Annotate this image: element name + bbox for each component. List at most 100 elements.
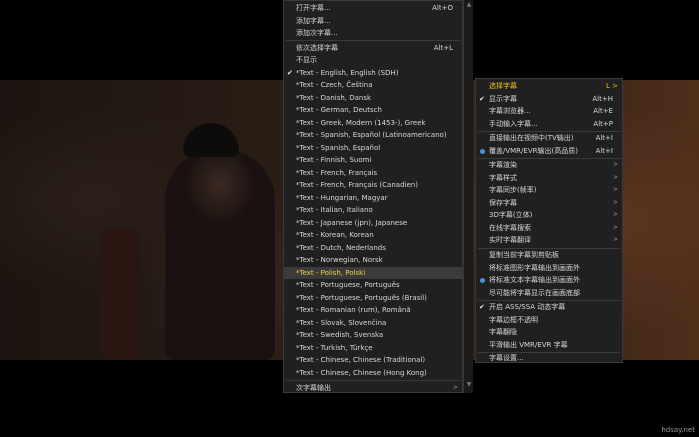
menu-item-label: 直接输出在视频中(TV输出) (489, 134, 574, 142)
track-italian[interactable]: *Text - Italian, Italiano (284, 204, 463, 217)
track-french-canadian[interactable]: *Text - French, Français (Canadien) (284, 179, 463, 192)
menu-item-label: 添加次字幕... (296, 29, 338, 37)
menu-item-label: 字幕浏览器... (489, 107, 531, 115)
video-chair (100, 230, 140, 360)
menu-item-online-search[interactable]: 在线字幕搜索 > (476, 222, 623, 235)
track-spanish[interactable]: *Text - Spanish, Español (284, 142, 463, 155)
menu-item-label: 显示字幕 (489, 94, 517, 103)
menu-item-label: 实时字幕翻译 (489, 236, 531, 244)
track-polish[interactable]: *Text - Polish, Polski (284, 266, 463, 279)
menu-item-ass-animation[interactable]: ✔ 开启 ASS/SSA 动态字幕 (476, 301, 623, 314)
scroll-down-icon[interactable]: ▼ (464, 380, 474, 390)
track-portuguese-brasil[interactable]: *Text - Portuguese, Português (Brasil) (284, 292, 463, 305)
menu-item-live-translate[interactable]: 实时字幕翻译 > (476, 234, 623, 247)
menu-item-subtitle-sync[interactable]: 字幕同步(帧率) > (476, 184, 623, 197)
menu-item-subtitle-hide[interactable]: 字幕翻隐 (476, 326, 623, 339)
track-turkish[interactable]: *Text - Turkish, Türkçe (284, 342, 463, 355)
menu-item-3d-subtitle[interactable]: 3D字幕(立体) > (476, 209, 623, 222)
track-french[interactable]: *Text - French, Français (284, 167, 463, 180)
track-korean[interactable]: *Text - Korean, Korean (284, 229, 463, 242)
menu-item-label: *Text - Polish, Polski (296, 268, 366, 277)
track-romanian[interactable]: *Text - Romanian (rum), Română (284, 304, 463, 317)
menu-item-label: 次字幕输出 (296, 383, 331, 392)
track-finnish[interactable]: *Text - Finnish, Suomi (284, 154, 463, 167)
menu-item-label: 保存字幕 (489, 198, 517, 207)
menu-item-subtitle-browser[interactable]: 字幕浏览器... Alt+E (476, 105, 623, 118)
menu-item-label: 依次选择字幕 (296, 43, 338, 52)
chevron-right-icon: > (612, 211, 618, 218)
track-spanish-latam[interactable]: *Text - Spanish, Español (Latinoamerican… (284, 129, 463, 142)
menu-scrollbar[interactable]: ▲ ▼ (463, 0, 473, 393)
menu-item-label: *Text - Spanish, Español (Latinoamerican… (296, 131, 447, 139)
menu-item-label: *Text - Dutch, Nederlands (296, 243, 386, 252)
menu-item-opaque-border[interactable]: 字幕边框不透明 (476, 314, 623, 327)
track-norwegian[interactable]: *Text - Norwegian, Norsk (284, 254, 463, 267)
menu-item-secondary-output[interactable]: 次字幕输出 > (284, 382, 463, 395)
menu-item-label: *Text - Finnish, Suomi (296, 156, 372, 164)
shortcut-label: Alt+P (593, 119, 613, 128)
track-danish[interactable]: *Text - Danish, Dansk (284, 92, 463, 105)
menu-item-open-subtitle[interactable]: 打开字幕... Alt+O (284, 2, 463, 15)
menu-item-label: 字幕翻隐 (489, 328, 517, 336)
track-chinese-traditional[interactable]: *Text - Chinese, Chinese (Traditional) (284, 354, 463, 367)
shortcut-label: Alt+L (433, 43, 453, 52)
menu-item-label: *Text - Norwegian, Norsk (296, 256, 383, 264)
menu-item-show-subtitle[interactable]: ✔ 显示字幕 Alt+H (476, 93, 623, 106)
menu-item-overlay-output[interactable]: 覆盖/VMR/EVR输出(高品质) Alt+I (476, 145, 623, 158)
track-dutch[interactable]: *Text - Dutch, Nederlands (284, 242, 463, 255)
menu-item-label: *Text - Danish, Dansk (296, 93, 372, 102)
menu-item-hide[interactable]: 不显示 (284, 54, 463, 67)
menu-item-bottom-display[interactable]: 尽可能将字幕显示在画面底部 (476, 287, 623, 300)
track-czech[interactable]: *Text - Czech, Čeština (284, 79, 463, 92)
menu-item-subtitle-settings[interactable]: 字幕设置... (476, 352, 623, 365)
track-greek[interactable]: *Text - Greek, Modern (1453-), Greek (284, 117, 463, 130)
menu-item-add-secondary-subtitle[interactable]: 添加次字幕... (284, 27, 463, 40)
menu-item-label: 开启 ASS/SSA 动态字幕 (489, 303, 566, 311)
radio-dot-icon (480, 278, 485, 283)
menu-item-save-subtitle[interactable]: 保存字幕 > (476, 197, 623, 210)
menu-item-subtitle-render[interactable]: 字幕渲染 > (476, 159, 623, 172)
menu-item-graphic-outside[interactable]: 将标准图形字幕输出到画面外 (476, 262, 623, 275)
menu-item-label: 字幕同步(帧率) (489, 186, 537, 194)
menu-item-label: *Text - Swedish, Svenska (296, 331, 384, 339)
track-german[interactable]: *Text - German, Deutsch (284, 104, 463, 117)
check-icon: ✔ (287, 68, 293, 77)
menu-item-add-subtitle[interactable]: 添加字幕... (284, 15, 463, 28)
menu-item-cycle-subtitles[interactable]: 依次选择字幕 Alt+L (284, 42, 463, 55)
watermark: hdsay.net (661, 426, 695, 434)
chevron-right-icon: > (452, 383, 458, 391)
menu-item-label: *Text - German, Deutsch (296, 106, 382, 114)
menu-item-label: 将标准文本字幕输出到画面外 (489, 276, 580, 284)
menu-item-smooth-vmr[interactable]: 平滑输出 VMR/EVR 字幕 (476, 339, 623, 352)
menu-item-label: *Text - French, Français (Canadien) (296, 181, 418, 189)
chevron-right-icon: > (612, 198, 618, 206)
menu-item-label: *Text - Italian, Italiano (296, 206, 373, 214)
menu-item-label: *Text - Hungarian, Magyar (296, 193, 388, 202)
shortcut-label: L > (606, 82, 618, 90)
track-portuguese[interactable]: *Text - Portuguese, Português (284, 279, 463, 292)
track-hungarian[interactable]: *Text - Hungarian, Magyar (284, 192, 463, 205)
track-english-sdh[interactable]: ✔ *Text - English, English (SDH) (284, 67, 463, 80)
track-swedish[interactable]: *Text - Swedish, Svenska (284, 329, 463, 342)
shortcut-label: Alt+I (595, 134, 613, 142)
menu-item-label: *Text - Portuguese, Português (296, 281, 400, 289)
menu-item-label: 不显示 (296, 56, 317, 64)
menu-item-text-outside[interactable]: 将标准文本字幕输出到画面外 (476, 274, 623, 287)
menu-item-label: *Text - Spanish, Español (296, 143, 381, 152)
track-japanese[interactable]: *Text - Japanese (jpn), Japanese (284, 217, 463, 230)
menu-item-label: *Text - Portuguese, Português (Brasil) (296, 293, 427, 302)
track-slovak[interactable]: *Text - Slovak, Slovenčina (284, 317, 463, 330)
menu-item-tv-output[interactable]: 直接输出在视频中(TV输出) Alt+I (476, 132, 623, 145)
menu-item-select-subtitle[interactable]: 选择字幕 L > (476, 80, 623, 93)
menu-item-label: *Text - Chinese, Chinese (Hong Kong) (296, 368, 427, 377)
check-icon: ✔ (479, 303, 485, 311)
track-chinese-hongkong[interactable]: *Text - Chinese, Chinese (Hong Kong) (284, 367, 463, 380)
menu-item-label: *Text - Slovak, Slovenčina (296, 318, 387, 327)
menu-item-copy-to-clipboard[interactable]: 复制当前字幕到剪贴板 (476, 249, 623, 262)
menu-item-subtitle-style[interactable]: 字幕样式 > (476, 172, 623, 185)
menu-item-label: 字幕样式 (489, 173, 517, 182)
scroll-up-icon[interactable]: ▲ (464, 0, 474, 10)
check-icon: ✔ (479, 94, 485, 103)
menu-item-manual-input[interactable]: 手动输入字幕... Alt+P (476, 118, 623, 131)
menu-item-label: 手动输入字幕... (489, 119, 538, 128)
